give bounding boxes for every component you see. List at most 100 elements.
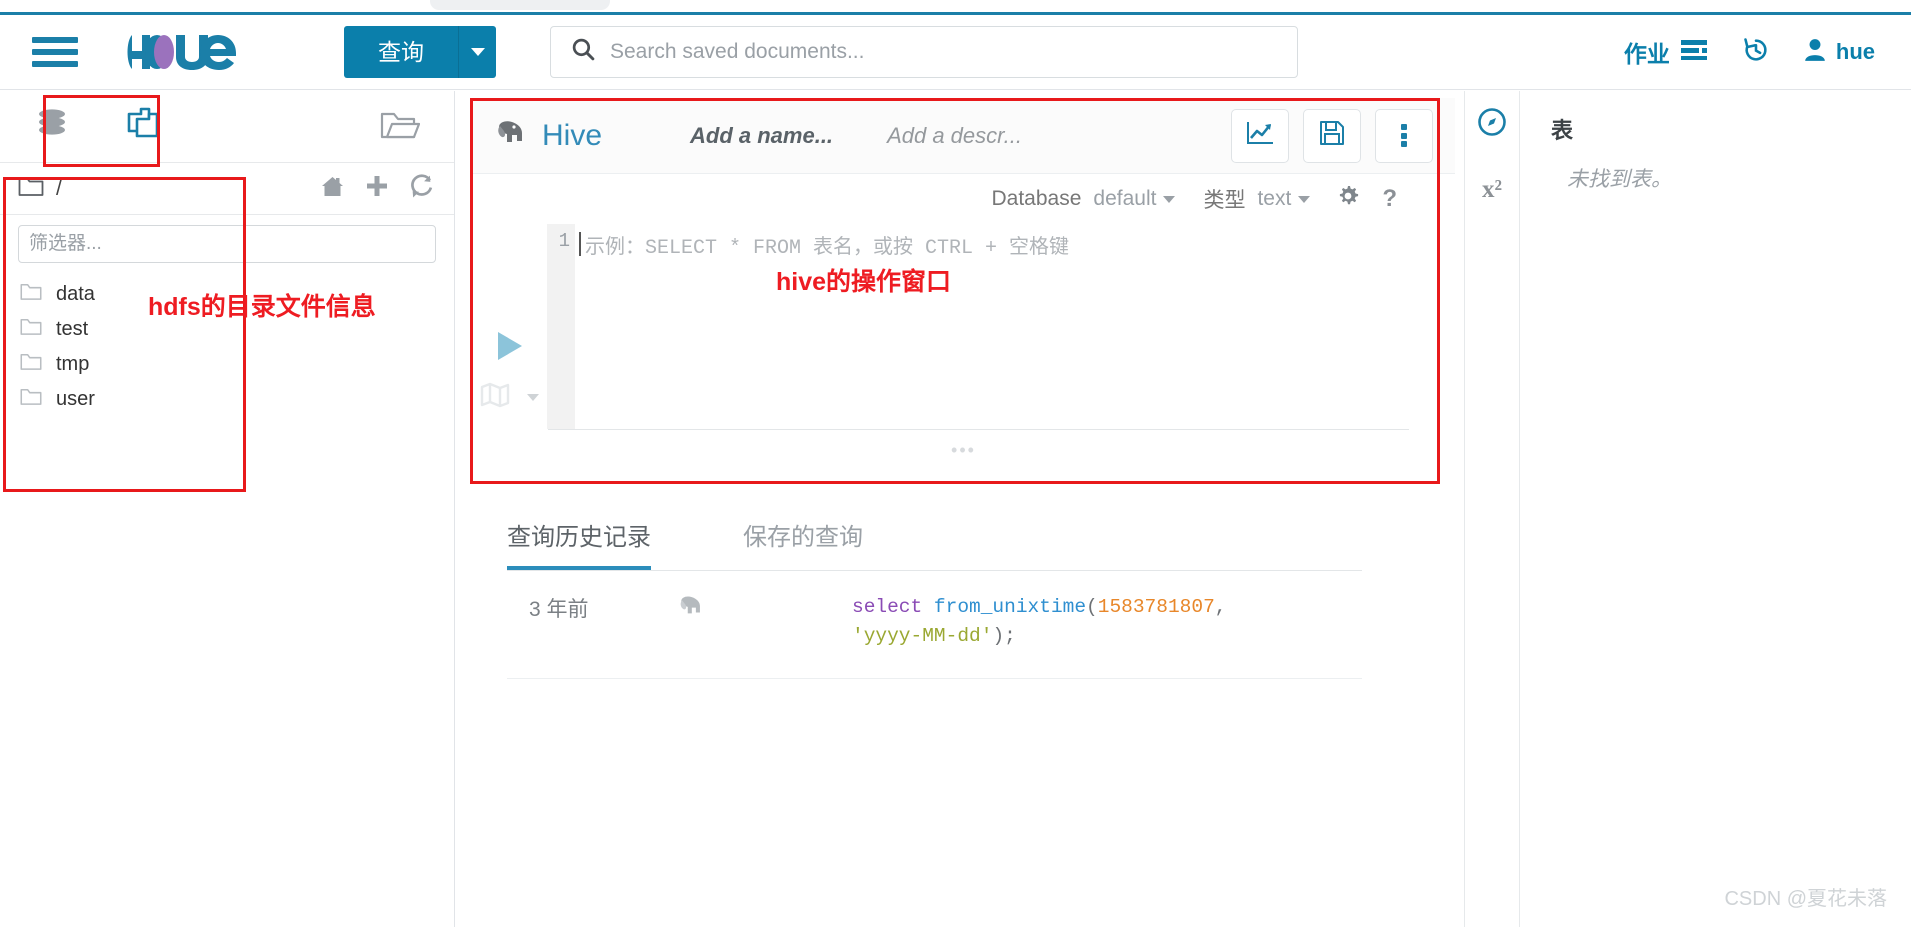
sql-token: from_unixtime <box>933 596 1087 618</box>
left-assist-panel: / 筛选器... data test tmp user <box>0 91 455 927</box>
filter-input[interactable] <box>18 225 436 263</box>
page-title: 表 <box>1551 118 1574 143</box>
breadcrumb: / <box>0 163 454 215</box>
map-book-icon <box>480 382 510 413</box>
engine-name: Hive <box>542 118 603 152</box>
editor-column: Hive Add a name... Add a descr... Databa… <box>455 91 1464 927</box>
more-options-button[interactable] <box>1375 108 1433 163</box>
breadcrumb-actions <box>320 173 434 204</box>
database-stack-icon <box>35 107 69 146</box>
tab-saved-queries[interactable]: 保存的查询 <box>743 517 863 570</box>
history-button[interactable] <box>1742 36 1770 69</box>
query-editor-card: Hive Add a name... Add a descr... Databa… <box>472 98 1455 461</box>
breadcrumb-path[interactable]: / <box>56 177 62 201</box>
compass-icon <box>1477 107 1507 142</box>
tab-query-history[interactable]: 查询历史记录 <box>507 517 651 570</box>
open-folder-icon[interactable] <box>380 108 421 145</box>
annotation-hive-note: hive的操作窗口 <box>776 268 952 296</box>
folder-icon <box>20 317 42 342</box>
chevron-down-icon <box>1298 195 1311 203</box>
user-icon <box>1804 38 1826 67</box>
hue-logo[interactable] <box>124 29 284 75</box>
gear-icon[interactable] <box>1336 184 1360 214</box>
hive-elephant-icon <box>494 117 528 154</box>
folder-icon <box>18 175 44 202</box>
hue-logo-icon <box>127 35 236 70</box>
chevron-down-icon <box>1163 195 1176 203</box>
chrome-tab-remnant <box>430 0 610 10</box>
result-tab-bar: 查询历史记录 保存的查询 <box>507 517 1362 571</box>
floppy-save-icon <box>1319 120 1345 151</box>
user-menu[interactable]: hue <box>1804 38 1875 67</box>
jobs-label: 作业 <box>1623 41 1670 67</box>
play-triangle-icon[interactable] <box>497 332 522 360</box>
folder-icon <box>20 387 42 412</box>
sidebar-item-files[interactable] <box>112 105 176 148</box>
header-right-actions: 作业 hue <box>1624 35 1875 69</box>
editor-resize-handle[interactable]: ••• <box>946 440 982 461</box>
type-select[interactable]: text <box>1257 187 1311 211</box>
table-row[interactable]: 3 年前 select from_unixtime(1583781807, 'y… <box>507 571 1362 679</box>
assistant-tab[interactable] <box>1465 91 1519 157</box>
save-button[interactable] <box>1303 108 1361 163</box>
list-item[interactable]: tmp <box>0 347 454 382</box>
explain-control[interactable] <box>480 382 539 413</box>
query-button-group: 查询 <box>344 26 496 78</box>
editor-toolbar: Database default 类型 text ? <box>472 174 1455 224</box>
query-description-input[interactable]: Add a descr... <box>887 123 1022 149</box>
hive-elephant-icon <box>677 593 852 619</box>
documents-copy-icon <box>125 105 163 148</box>
sidebar-item-database[interactable] <box>20 107 84 146</box>
chevron-down-icon[interactable] <box>458 26 496 78</box>
file-name: tmp <box>56 353 90 375</box>
list-item[interactable]: user <box>0 382 454 417</box>
plus-icon[interactable] <box>365 174 389 203</box>
file-name: test <box>56 318 89 340</box>
user-name: hue <box>1835 39 1875 64</box>
hamburger-icon[interactable] <box>32 31 78 73</box>
watermark: CSDN @夏花未落 <box>1724 888 1887 910</box>
search-icon <box>571 37 596 67</box>
database-value: default <box>1093 187 1157 210</box>
editor-header: Hive Add a name... Add a descr... <box>472 98 1455 174</box>
home-icon[interactable] <box>320 175 345 203</box>
jobs-button[interactable]: 作业 <box>1624 35 1708 69</box>
file-name: data <box>56 283 95 305</box>
history-clock-icon <box>1742 36 1770 69</box>
chevron-down-icon <box>527 394 539 401</box>
code-editor[interactable]: 1 示例：SELECT * FROM 表名，或按 CTRL + 空格键 <box>472 224 1455 429</box>
code-placeholder: 示例：SELECT * FROM 表名，或按 CTRL + 空格键 <box>585 237 1070 260</box>
type-label: 类型 <box>1203 189 1246 212</box>
refresh-icon[interactable] <box>409 173 434 204</box>
functions-tab[interactable]: x² <box>1465 157 1519 223</box>
file-name: user <box>56 388 95 410</box>
search-bar[interactable] <box>550 26 1298 78</box>
editor-run-column <box>472 224 547 429</box>
browser-chrome-strip <box>0 0 1911 12</box>
hue-application: 查询 作业 <box>0 0 1911 927</box>
text-caret <box>579 232 581 256</box>
type-value: text <box>1257 187 1292 210</box>
history-time: 3 年前 <box>529 598 589 621</box>
filter-row <box>0 215 454 271</box>
kebab-menu-icon <box>1401 122 1407 150</box>
search-input[interactable] <box>610 40 1250 64</box>
database-select[interactable]: default <box>1093 187 1176 211</box>
query-button[interactable]: 查询 <box>344 26 458 78</box>
chart-line-icon <box>1246 120 1274 151</box>
code-input[interactable]: 示例：SELECT * FROM 表名，或按 CTRL + 空格键 <box>575 224 1455 429</box>
chart-button[interactable] <box>1231 108 1289 163</box>
folder-icon <box>20 352 42 377</box>
assist-tab-bar <box>0 91 454 163</box>
app-header: 查询 作业 <box>0 15 1911 90</box>
query-name-input[interactable]: Add a name... <box>690 123 833 149</box>
history-sql: select from_unixtime(1583781807, 'yyyy-M… <box>852 593 1297 652</box>
x-squared-icon: x² <box>1482 176 1502 203</box>
right-assist-panel: 表 未找到表。 <box>1521 91 1911 927</box>
empty-message: 未找到表。 <box>1567 168 1672 191</box>
sql-token: 'yyyy-MM-dd' <box>852 625 993 648</box>
right-rail: x² <box>1464 91 1520 927</box>
question-mark-icon[interactable]: ? <box>1382 185 1397 213</box>
sql-token: ( <box>1086 596 1098 618</box>
editor-divider <box>548 429 1409 430</box>
